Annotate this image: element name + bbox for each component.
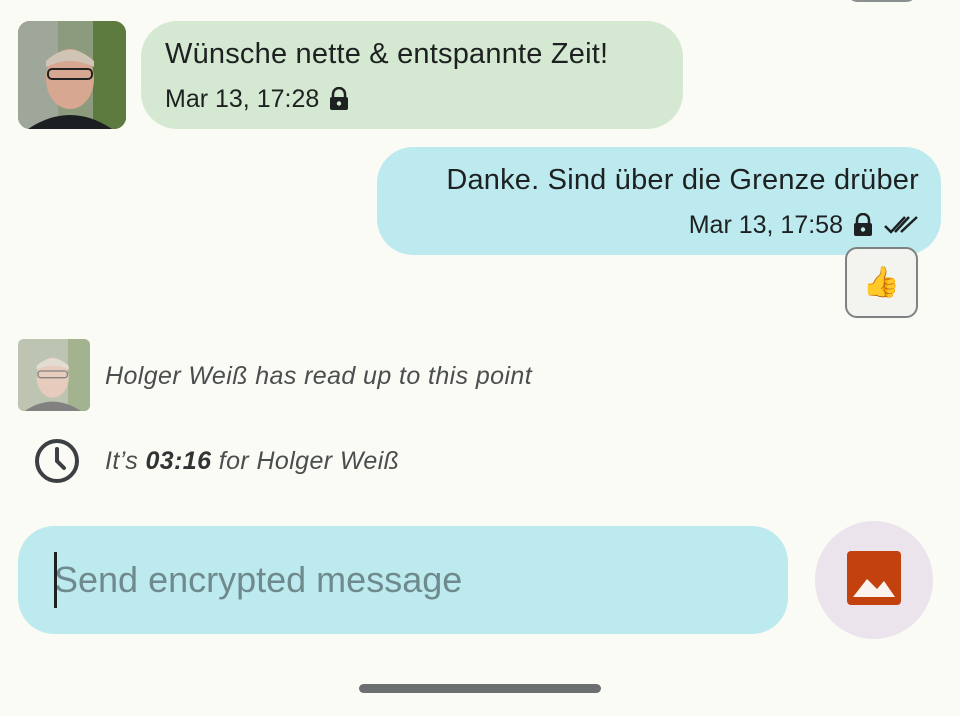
read-marker-text: Holger Weiß has read up to this point [105, 362, 533, 390]
local-time-prefix: It’s [105, 447, 146, 475]
message-meta: Mar 13, 17:28 [165, 84, 659, 114]
lock-icon [329, 87, 349, 111]
incoming-message-bubble[interactable]: Wünsche nette & entspannte Zeit! Mar 13,… [141, 21, 683, 129]
message-text: Danke. Sind über die Grenze drüber [446, 164, 919, 196]
message-composer[interactable] [18, 526, 788, 634]
attach-media-button[interactable] [815, 521, 933, 639]
local-time-suffix: for Holger Weiß [211, 447, 400, 475]
home-indicator[interactable] [359, 684, 601, 693]
text-cursor [54, 552, 57, 608]
outgoing-message-bubble[interactable]: Danke. Sind über die Grenze drüber Mar 1… [377, 147, 941, 255]
clock-icon [33, 437, 81, 485]
reaction-chip[interactable]: 👍 [845, 247, 918, 318]
message-input[interactable] [54, 550, 754, 610]
double-check-icon [883, 213, 919, 237]
reaction-chip-partial[interactable] [846, 0, 918, 2]
contact-avatar[interactable] [18, 21, 126, 129]
lock-icon [853, 213, 873, 237]
message-timestamp: Mar 13, 17:28 [165, 85, 320, 113]
local-time-value: 03:16 [145, 447, 212, 475]
local-time-text: It’s 03:16 for Holger Weiß [105, 443, 399, 479]
message-timestamp: Mar 13, 17:58 [688, 211, 843, 239]
message-text: Wünsche nette & entspannte Zeit! [165, 38, 609, 70]
message-meta: Mar 13, 17:58 [399, 210, 919, 240]
read-marker-avatar [18, 339, 90, 411]
thumbs-up-emoji: 👍 [862, 266, 901, 299]
image-icon [847, 550, 901, 610]
